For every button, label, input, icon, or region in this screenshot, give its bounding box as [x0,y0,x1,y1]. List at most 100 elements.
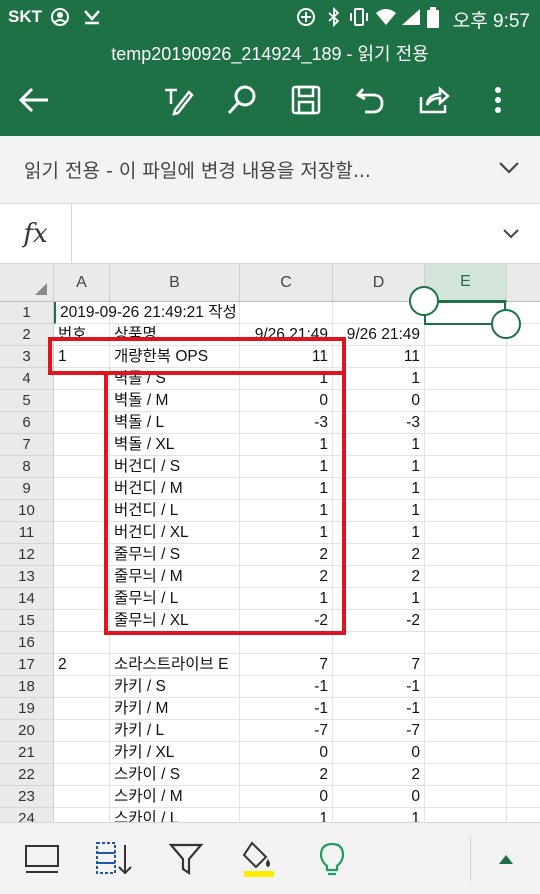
cell-f[interactable] [507,566,540,588]
cell-b[interactable]: 벽돌 / S [110,368,240,390]
cell-b[interactable]: 스카이 / L [110,808,240,822]
cell-f[interactable] [507,764,540,786]
cell-a[interactable] [54,368,110,390]
row-header[interactable]: 23 [0,786,54,808]
row-header[interactable]: 4 [0,368,54,390]
cell-f[interactable] [507,610,540,632]
cell-e[interactable] [425,742,507,764]
read-only-notice[interactable]: 읽기 전용 - 이 파일에 변경 내용을 저장할... [0,136,540,204]
cell-c[interactable] [240,632,333,654]
function-label[interactable]: fx [0,204,72,264]
cell-f[interactable] [507,786,540,808]
cell-e[interactable] [425,676,507,698]
cell-a[interactable] [54,786,110,808]
more-options-button[interactable] [476,78,520,122]
cell-b[interactable]: 버건디 / S [110,456,240,478]
row-header[interactable]: 24 [0,808,54,822]
cell-c[interactable]: 1 [240,808,333,822]
cell-b[interactable]: 버건디 / XL [110,522,240,544]
cell-c[interactable]: -7 [240,720,333,742]
cell-e[interactable] [425,720,507,742]
cell-b[interactable]: 벽돌 / M [110,390,240,412]
cell-e[interactable] [425,544,507,566]
back-button[interactable] [12,78,56,122]
cell-d[interactable]: 1 [333,456,425,478]
row-header[interactable]: 2 [0,324,54,346]
cell-f[interactable] [507,434,540,456]
cell-e[interactable] [425,522,507,544]
cell-d[interactable]: -1 [333,676,425,698]
cell-b[interactable]: 버건디 / L [110,500,240,522]
cell-c[interactable] [240,302,333,324]
cell-d[interactable]: 0 [333,786,425,808]
cell-a[interactable] [54,610,110,632]
row-header[interactable]: 17 [0,654,54,676]
cell-f[interactable] [507,698,540,720]
cell-b[interactable]: 버건디 / M [110,478,240,500]
cell-d[interactable]: 1 [333,588,425,610]
cell-e[interactable] [425,412,507,434]
cell-d[interactable]: 11 [333,346,425,368]
cell-c[interactable]: 1 [240,434,333,456]
cell-e[interactable] [425,566,507,588]
row-header[interactable]: 1 [0,302,54,324]
row-header[interactable]: 7 [0,434,54,456]
cell-a[interactable] [54,742,110,764]
cell-a[interactable]: 1 [54,346,110,368]
column-header-b[interactable]: B [110,264,240,302]
cell-d[interactable] [333,632,425,654]
cell-f[interactable] [507,500,540,522]
cell-d[interactable]: -2 [333,610,425,632]
cell-b[interactable]: 소라스트라이브 E [110,654,240,676]
cell-a[interactable] [54,698,110,720]
cell-d[interactable]: 2 [333,544,425,566]
cell-f[interactable] [507,676,540,698]
cell-d[interactable]: 9/26 21:49 [333,324,425,346]
cell-a[interactable]: 2019-09-26 21:49:21 작성 [54,302,237,324]
row-header[interactable]: 16 [0,632,54,654]
cell-e[interactable] [425,368,507,390]
cell-c[interactable]: 0 [240,742,333,764]
cell-d[interactable]: 0 [333,742,425,764]
cell-e[interactable] [425,346,507,368]
fill-color-button[interactable] [236,837,280,881]
cell-a[interactable] [54,544,110,566]
cell-b[interactable]: 개량한복 OPS [110,346,240,368]
cell-e[interactable] [425,632,507,654]
cell-c[interactable]: 1 [240,588,333,610]
cell-b[interactable]: 카키 / S [110,676,240,698]
cell-a[interactable] [54,434,110,456]
cell-f[interactable] [507,808,540,822]
cell-d[interactable]: 1 [333,522,425,544]
cell-f[interactable] [507,478,540,500]
cell-d[interactable]: 0 [333,390,425,412]
row-header[interactable]: 5 [0,390,54,412]
cell-d[interactable]: 7 [333,654,425,676]
cell-c[interactable]: 1 [240,456,333,478]
cell-b[interactable]: 벽돌 / XL [110,434,240,456]
cell-c[interactable]: -1 [240,698,333,720]
cell-e[interactable] [425,786,507,808]
column-header-f[interactable] [507,264,540,302]
cell-a[interactable] [54,500,110,522]
cell-b[interactable]: 카키 / XL [110,742,240,764]
cell-f[interactable] [507,632,540,654]
cell-e[interactable] [425,456,507,478]
cell-e[interactable] [425,698,507,720]
row-header[interactable]: 15 [0,610,54,632]
cell-e[interactable] [425,478,507,500]
cell-c[interactable]: 2 [240,764,333,786]
row-header[interactable]: 12 [0,544,54,566]
expand-formula-icon[interactable] [500,222,522,248]
cell-d[interactable]: -7 [333,720,425,742]
cell-a[interactable] [54,676,110,698]
cell-a[interactable]: 2 [54,654,110,676]
cell-e[interactable] [425,390,507,412]
cell-c[interactable]: -2 [240,610,333,632]
cell-e[interactable] [425,654,507,676]
cell-b[interactable]: 카키 / M [110,698,240,720]
cell-d[interactable]: -1 [333,698,425,720]
formula-bar[interactable]: fx [0,204,540,264]
cell-e[interactable] [425,434,507,456]
cell-d[interactable]: 1 [333,478,425,500]
